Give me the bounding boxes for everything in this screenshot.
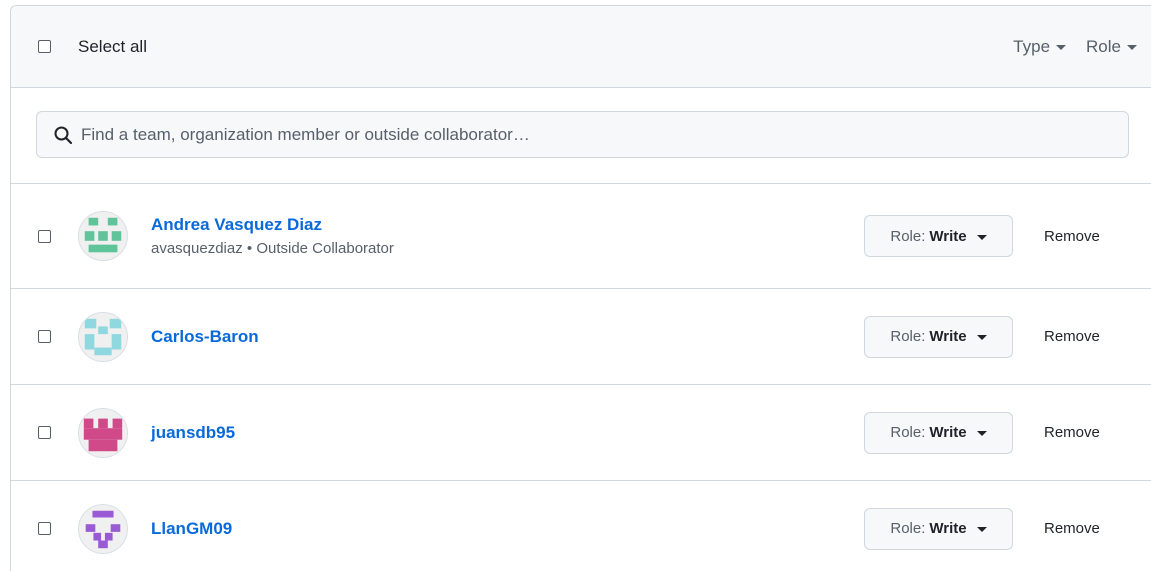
avatar[interactable] — [78, 211, 128, 261]
role-dropdown-button[interactable]: Role: Write — [864, 507, 1013, 550]
search-row — [11, 88, 1151, 184]
role-value: Write — [929, 328, 967, 345]
member-subtitle: avasquezdiaz • Outside Collaborator — [151, 240, 394, 257]
role-prefix: Role: — [890, 520, 926, 537]
member-checkbox[interactable] — [38, 426, 51, 439]
role-prefix: Role: — [890, 328, 926, 345]
type-filter-label: Type — [1013, 36, 1051, 56]
member-name-link[interactable]: Andrea Vasquez Diaz — [151, 215, 394, 235]
member-checkbox[interactable] — [38, 522, 51, 535]
member-row: LlanGM09 Role: Write Remove — [11, 481, 1151, 571]
remove-button[interactable]: Remove — [1044, 424, 1100, 441]
caret-down-icon — [976, 234, 987, 240]
remove-button[interactable]: Remove — [1044, 228, 1100, 245]
caret-down-icon — [1056, 45, 1067, 50]
role-value: Write — [929, 424, 967, 441]
select-all-checkbox[interactable] — [38, 40, 51, 53]
role-dropdown-button[interactable]: Role: Write — [864, 315, 1013, 358]
member-row: juansdb95 Role: Write Remove — [11, 385, 1151, 481]
remove-button[interactable]: Remove — [1044, 520, 1100, 537]
member-info: juansdb95 — [151, 423, 235, 443]
member-info: LlanGM09 — [151, 519, 232, 539]
avatar[interactable] — [78, 503, 128, 554]
member-info: Andrea Vasquez Diaz avasquezdiaz • Outsi… — [151, 215, 394, 257]
caret-down-icon — [976, 335, 987, 340]
member-name-link[interactable]: LlanGM09 — [151, 519, 232, 539]
role-dropdown-button[interactable]: Role: Write — [864, 215, 1013, 257]
search-input[interactable] — [81, 124, 1128, 145]
role-value: Write — [929, 520, 967, 537]
role-filter-dropdown[interactable]: Role — [1086, 37, 1137, 57]
role-value: Write — [929, 227, 967, 245]
role-prefix: Role: — [890, 227, 926, 245]
type-filter-dropdown[interactable]: Type — [1013, 36, 1067, 57]
member-info: Carlos-Baron — [151, 327, 259, 347]
collaborators-panel: Select all Type Role Find a team, organi… — [10, 5, 1151, 571]
search-icon — [54, 126, 73, 144]
caret-down-icon — [976, 527, 987, 532]
member-row: Carlos-Baron Role: Write Remove — [11, 289, 1151, 385]
role-dropdown-button[interactable]: Role: Write — [864, 411, 1013, 454]
role-filter-label: Role — [1086, 36, 1121, 56]
caret-down-icon — [1127, 45, 1137, 50]
caret-down-icon — [976, 431, 987, 436]
avatar[interactable] — [78, 311, 128, 362]
search-box[interactable] — [36, 111, 1129, 158]
member-name-link[interactable]: juansdb95 — [151, 423, 235, 443]
select-all-label: Select all — [78, 36, 147, 56]
member-row: Andrea Vasquez Diaz avasquezdiaz • Outsi… — [11, 184, 1151, 289]
member-name-link[interactable]: Carlos-Baron — [151, 327, 259, 347]
role-prefix: Role: — [890, 424, 926, 441]
avatar[interactable] — [78, 407, 128, 458]
remove-button[interactable]: Remove — [1044, 328, 1100, 345]
list-header: Select all Type Role — [11, 6, 1151, 88]
member-checkbox[interactable] — [38, 229, 51, 243]
member-checkbox[interactable] — [38, 330, 51, 343]
